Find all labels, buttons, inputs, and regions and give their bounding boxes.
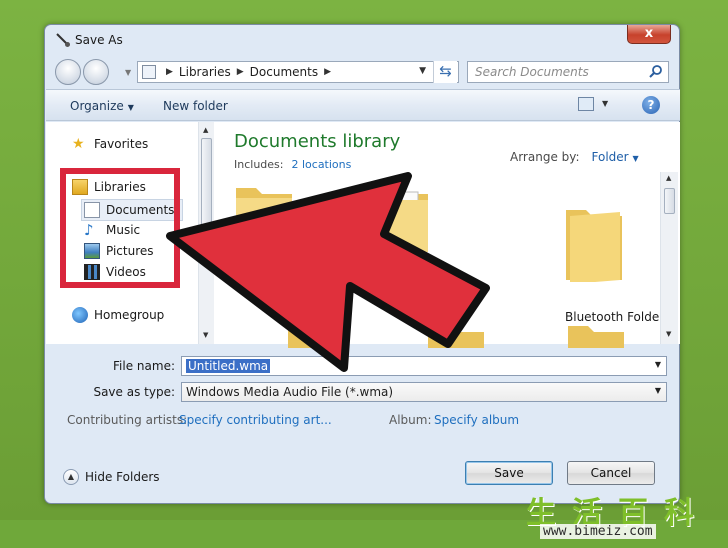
help-icon[interactable]: ? [642,96,660,114]
star-icon: ★ [72,136,85,152]
refresh-button[interactable]: ⇆ [433,61,457,83]
forward-button[interactable] [83,59,109,85]
chevron-right-icon[interactable]: ▶ [166,67,173,77]
hide-folders-label: Hide Folders [85,470,160,484]
sidebar-item-homegroup[interactable]: Homegroup [72,307,164,323]
album-link[interactable]: Specify album [434,413,519,427]
window-title: Save As [75,33,123,47]
file-list-scrollbar[interactable]: ▲ ▼ [660,172,678,344]
command-toolbar: Organize ▼ New folder ▼ ? [46,89,680,121]
sidebar-item-label: Favorites [94,137,149,151]
organize-button[interactable]: Organize ▼ [70,99,134,113]
search-placeholder: Search Documents [475,65,589,79]
save-as-type-dropdown[interactable]: Windows Media Audio File (*.wma) ▼ [181,382,667,402]
chevron-up-icon: ▲ [63,469,79,485]
view-options-dropdown-icon[interactable]: ▼ [602,99,608,108]
album-label: Album: [389,413,432,427]
address-dropdown-icon[interactable]: ▼ [419,66,426,76]
folder-icon[interactable] [560,202,630,282]
close-button[interactable]: x [627,25,671,44]
chevron-down-icon: ▼ [127,103,134,112]
save-button[interactable]: Save [465,461,553,485]
sidebar-item-label: Homegroup [94,308,165,322]
title-bar: Save As x [45,25,679,55]
chevron-down-icon[interactable]: ▼ [655,360,661,369]
address-bar[interactable]: ▶ Libraries ▶ Documents ▶ ▼ [137,61,459,83]
search-input[interactable]: Search Documents [467,61,669,83]
scrollbar-thumb[interactable] [664,188,675,214]
watermark-url: www.bimeiz.com [540,524,656,539]
arrange-by-dropdown[interactable]: Folder ▼ [592,150,639,164]
contributing-artists-link[interactable]: Specify contributing art... [179,413,332,427]
search-icon[interactable] [648,64,664,80]
audio-app-icon [56,33,70,47]
arrange-by-control: Arrange by: Folder ▼ [510,150,639,164]
breadcrumb-libraries[interactable]: Libraries [179,65,231,79]
back-button[interactable] [55,59,81,85]
arrange-value: Folder [591,150,629,164]
contributing-artists-label: Contributing artists: [67,413,188,427]
homegroup-icon [72,307,88,323]
breadcrumb-documents[interactable]: Documents [250,65,318,79]
sidebar-item-favorites[interactable]: ★ Favorites [72,136,148,152]
scroll-up-icon[interactable]: ▲ [203,126,208,134]
hide-folders-button[interactable]: ▲ Hide Folders [63,469,160,485]
chevron-down-icon[interactable]: ▼ [655,386,661,395]
cancel-button[interactable]: Cancel [567,461,655,485]
arrange-label: Arrange by: [510,150,580,164]
save-as-type-value: Windows Media Audio File (*.wma) [186,385,394,399]
new-folder-button[interactable]: New folder [163,99,228,113]
chevron-down-icon: ▼ [632,154,639,163]
chevron-right-icon[interactable]: ▶ [324,67,331,77]
watermark: 生活百科 www.bimeiz.com [526,488,726,546]
library-title: Documents library [234,131,401,152]
navigation-bar: ▼ ▶ Libraries ▶ Documents ▶ ▼ ⇆ Search D… [45,55,679,89]
recent-pages-dropdown-icon[interactable]: ▼ [125,68,131,77]
scroll-down-icon[interactable]: ▼ [666,330,671,338]
back-forward-group: ▼ [55,59,131,85]
change-view-icon[interactable] [578,97,594,111]
library-location-icon [142,65,156,79]
organize-label: Organize [70,99,124,113]
chevron-right-icon[interactable]: ▶ [237,67,244,77]
annotation-arrow-icon [166,172,490,372]
save-as-type-label: Save as type: [93,385,175,399]
scroll-up-icon[interactable]: ▲ [666,174,671,182]
